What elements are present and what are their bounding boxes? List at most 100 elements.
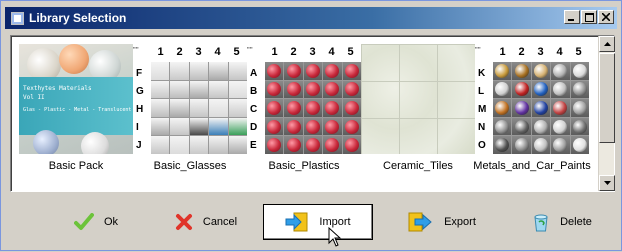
scroll-down-button[interactable]: [599, 175, 615, 191]
ok-label: Ok: [103, 216, 119, 228]
library-item-basic-pack[interactable]: Texthytes Materials Vol II Glas - Plasti…: [19, 44, 133, 172]
import-icon: [285, 212, 308, 232]
swatch-cell: [228, 80, 247, 99]
material-sphere: [267, 138, 282, 153]
swatch-cell: [170, 136, 189, 154]
row-label: M: [478, 104, 487, 115]
material-sphere: [325, 63, 340, 78]
maximize-button[interactable]: [581, 10, 597, 24]
swatch-cell: [209, 136, 228, 154]
swatch-cell: [512, 62, 531, 80]
material-sphere: [514, 100, 529, 115]
material-sphere: [305, 82, 320, 97]
close-button[interactable]: [598, 10, 614, 24]
vertical-scrollbar[interactable]: [598, 36, 615, 191]
material-sphere: [572, 100, 587, 115]
row-label: I: [136, 122, 139, 133]
import-button[interactable]: Import: [263, 204, 373, 240]
library-selection-window: Library Selection Texthytes Materials Vo…: [0, 0, 622, 251]
recycle-bin-icon: [534, 214, 548, 232]
swatch-cell: [493, 117, 512, 136]
material-sphere: [514, 63, 529, 78]
library-item-metals-and-car-paints[interactable]: ▪▪▪▪ K L M N O 12345 Metals_and_Car_Pain…: [473, 44, 591, 172]
item-caption: Basic Pack: [48, 160, 104, 172]
material-sphere: [514, 119, 529, 134]
metals-thumbnail: ▪▪▪▪ K L M N O 12345: [475, 44, 589, 154]
row-label: K: [478, 68, 486, 79]
title-bar[interactable]: Library Selection: [5, 7, 617, 29]
material-sphere: [344, 63, 359, 78]
swatch-cell: [570, 62, 589, 80]
swatch-cell: [265, 80, 284, 99]
swatch-cell: [493, 62, 512, 80]
scrollbar-thumb[interactable]: [599, 53, 615, 143]
material-sphere: [553, 119, 568, 134]
row-label: D: [250, 122, 258, 133]
material-sphere: [325, 119, 340, 134]
swatch-cell: [228, 99, 247, 117]
material-sphere: [495, 100, 510, 115]
item-caption: Basic_Plastics: [268, 160, 340, 172]
column-numbers: 12345: [499, 46, 582, 58]
arrow-down-icon: [603, 181, 611, 185]
material-sphere: [533, 63, 548, 78]
material-sphere: [286, 82, 301, 97]
export-label: Export: [444, 216, 476, 228]
material-sphere: [572, 119, 587, 134]
swatch-cell: [284, 99, 303, 117]
swatch-cell: [265, 99, 284, 117]
scroll-up-button[interactable]: [599, 36, 615, 52]
swatch-cell: [284, 62, 303, 80]
swatch-cell: [209, 80, 228, 99]
delete-button[interactable]: Delete: [507, 204, 617, 240]
swatch-cell: [265, 117, 284, 136]
swatch-cell: [323, 99, 342, 117]
swatch-cell: [170, 80, 189, 99]
material-sphere: [344, 100, 359, 115]
swatch-cell: [303, 117, 323, 136]
export-icon: [408, 212, 432, 232]
maximize-icon: [584, 12, 594, 22]
basic-glasses-thumbnail: ▪▪▪▪ F G H I J 12345: [133, 44, 247, 154]
swatch-cell: [512, 136, 531, 154]
ok-button[interactable]: Ok: [41, 204, 151, 240]
swatch-cell: [531, 99, 551, 117]
library-item-basic-glasses[interactable]: ▪▪▪▪ F G H I J 12345 Basic_Glasses: [133, 44, 247, 172]
library-list[interactable]: Texthytes Materials Vol II Glas - Plasti…: [10, 35, 615, 192]
swatch-cell: [342, 117, 361, 136]
swatch-cell: [170, 62, 189, 80]
arrow-up-icon: [603, 42, 611, 46]
material-sphere: [495, 82, 510, 97]
minimize-button[interactable]: [564, 10, 580, 24]
material-sphere: [286, 63, 301, 78]
material-sphere: [514, 82, 529, 97]
material-sphere: [286, 100, 301, 115]
material-sphere: [325, 100, 340, 115]
swatch-cell: [551, 80, 570, 99]
swatch-cell: [209, 99, 228, 117]
swatch-cell: [493, 136, 512, 154]
swatch-cell: [531, 136, 551, 154]
row-label: L: [478, 86, 485, 97]
material-sphere: [305, 119, 320, 134]
material-sphere: [267, 82, 282, 97]
window-controls: [563, 10, 614, 24]
swatch-cell: [189, 117, 209, 136]
swatch-cell: [151, 136, 170, 154]
material-sphere: [286, 119, 301, 134]
swatch-cell: [342, 80, 361, 99]
material-sphere: [553, 100, 568, 115]
swatch-cell: [209, 117, 228, 136]
column-numbers: 12345: [157, 46, 240, 58]
item-caption: Metals_and_Car_Paints: [473, 160, 591, 172]
swatch-cell: [303, 136, 323, 154]
library-item-basic-plastics[interactable]: ▪▪▪▪ A B C D E 12345 Basic_Plastics: [247, 44, 361, 172]
swatch-cell: [551, 117, 570, 136]
material-sphere: [325, 138, 340, 153]
material-sphere: [344, 82, 359, 97]
export-button[interactable]: Export: [387, 204, 497, 240]
swatch-cell: [342, 62, 361, 80]
swatch-cell: [284, 117, 303, 136]
cancel-button[interactable]: Cancel: [151, 204, 261, 240]
library-item-ceramic-tiles[interactable]: Ceramic_Tiles: [361, 44, 475, 172]
